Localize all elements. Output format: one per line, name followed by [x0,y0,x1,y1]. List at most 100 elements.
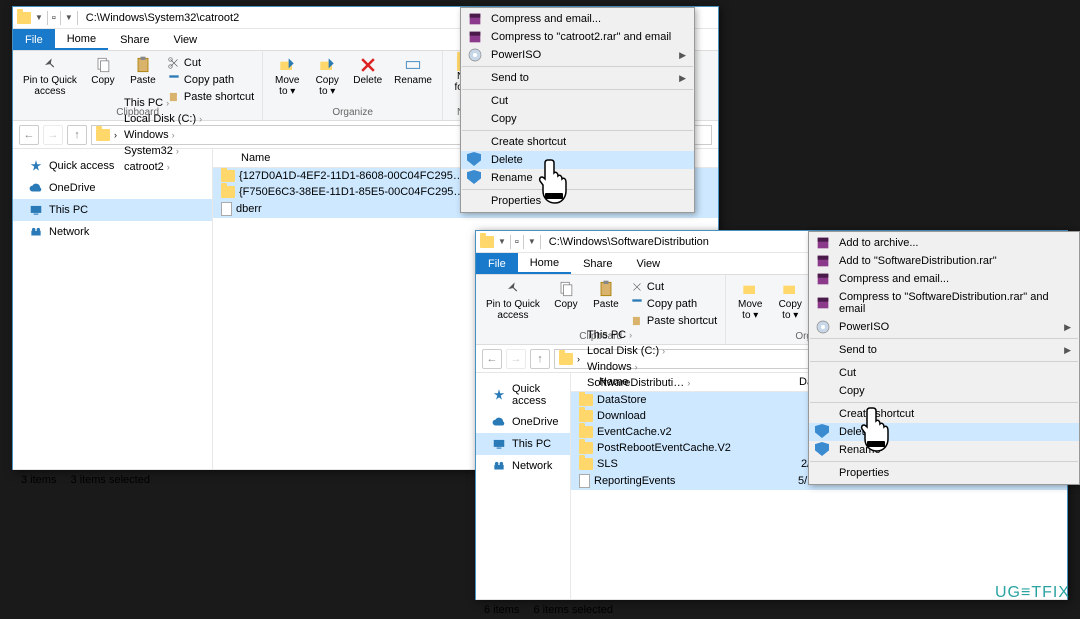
cut-button[interactable]: Cut [165,55,256,71]
moveto-button[interactable]: Move to ▾ [732,277,768,323]
folder-icon [579,394,593,406]
context-menu[interactable]: Add to archive...Add to "SoftwareDistrib… [808,231,1080,485]
paste-button[interactable]: Paste [125,53,161,88]
sidebar: Quick accessOneDriveThis PCNetwork [13,149,213,469]
copy-button[interactable]: Copy [85,53,121,88]
rar-icon [815,235,831,251]
crumb[interactable]: Local Disk (C:) › [121,111,205,127]
forward-button[interactable]: → [43,125,63,145]
pin-button[interactable]: Pin to Quick access [19,53,81,99]
pc-icon [492,437,506,451]
back-button[interactable]: ← [19,125,39,145]
sidebar-item-onedrive[interactable]: OneDrive [13,177,212,199]
tab-home[interactable]: Home [55,29,108,50]
menu-item-poweriso[interactable]: PowerISO▶ [461,46,694,64]
col-name[interactable]: Name [599,376,799,388]
folder-icon [579,458,593,470]
folder-icon [17,12,31,24]
moveto-button[interactable]: Move to ▾ [269,53,305,99]
menu-item-rename[interactable]: Rename [809,441,1079,459]
folder-icon [221,170,235,182]
menu-item-send-to[interactable]: Send to▶ [809,341,1079,359]
shield-icon [815,442,831,458]
pin-button[interactable]: Pin to Quick access [482,277,544,323]
sidebar-item-network[interactable]: Network [476,455,570,477]
menu-item-compress-and-email-[interactable]: Compress and email... [461,10,694,28]
down-icon[interactable]: ▼ [498,237,506,246]
sidebar: Quick accessOneDriveThis PCNetwork [476,373,571,599]
menu-item-cut[interactable]: Cut [461,92,694,110]
sidebar-item-quick-access[interactable]: Quick access [13,155,212,177]
file-icon [579,474,590,488]
crumb[interactable]: This PC › [584,327,693,343]
copypath-button[interactable]: Copy path [165,72,256,88]
cut-button[interactable]: Cut [628,279,719,295]
sidebar-item-onedrive[interactable]: OneDrive [476,411,570,433]
sidebar-item-network[interactable]: Network [13,221,212,243]
net-icon [492,459,506,473]
rename-button[interactable]: Rename [390,53,436,88]
file-icon [221,202,232,216]
menu-item-poweriso[interactable]: PowerISO▶ [809,318,1079,336]
menu-item-delete[interactable]: Delete [809,423,1079,441]
menu-item-rename[interactable]: Rename [461,169,694,187]
quickbar-icon[interactable]: ▫ [52,12,56,24]
paste-button[interactable]: Paste [588,277,624,312]
chevron-right-icon: ▶ [1064,345,1071,356]
status-selected: 6 items selected [533,604,612,616]
menu-item-add-to-archive-[interactable]: Add to archive... [809,234,1079,252]
crumb[interactable]: Local Disk (C:) › [584,343,693,359]
menu-item-copy[interactable]: Copy [809,382,1079,400]
sidebar-item-quick-access[interactable]: Quick access [476,379,570,411]
pin-label: Pin to Quick access [486,299,540,321]
menu-item-copy[interactable]: Copy [461,110,694,128]
tab-home[interactable]: Home [518,253,571,274]
cloud-icon [29,181,43,195]
tab-file[interactable]: File [13,29,55,50]
delete-button[interactable]: Delete [349,53,386,88]
folder-icon [480,236,494,248]
crumb[interactable]: Windows › [121,127,205,143]
down-icon[interactable]: ▼ [528,237,536,246]
menu-item-send-to[interactable]: Send to▶ [461,69,694,87]
folder-icon [221,186,235,198]
forward-button[interactable]: → [506,349,526,369]
quickbar-icon[interactable]: ▫ [515,236,519,248]
tab-share[interactable]: Share [108,29,161,50]
up-button[interactable]: ↑ [530,349,550,369]
menu-item-compress-to-softwaredist[interactable]: Compress to "SoftwareDistribution.rar" a… [809,288,1079,318]
shield-icon [815,424,831,440]
menu-item-delete[interactable]: Delete [461,151,694,169]
sidebar-item-this-pc[interactable]: This PC [476,433,570,455]
down-icon[interactable]: ▼ [65,13,73,22]
address-path: C:\Windows\System32\catroot2 [86,12,239,24]
menu-item-compress-to-catroot-rar-[interactable]: Compress to "catroot2.rar" and email [461,28,694,46]
context-menu[interactable]: Compress and email...Compress to "catroo… [460,7,695,213]
tab-view[interactable]: View [161,29,209,50]
menu-item-properties[interactable]: Properties [461,192,694,210]
menu-item-properties[interactable]: Properties [809,464,1079,482]
up-button[interactable]: ↑ [67,125,87,145]
folder-icon [579,442,593,454]
menu-item-add-to-softwaredistribut[interactable]: Add to "SoftwareDistribution.rar" [809,252,1079,270]
menu-item-create-shortcut[interactable]: Create shortcut [461,133,694,151]
rar-icon [815,295,831,311]
menu-item-create-shortcut[interactable]: Create shortcut [809,405,1079,423]
sidebar-item-this-pc[interactable]: This PC [13,199,212,221]
paste-label: Paste [130,75,156,86]
menu-item-cut[interactable]: Cut [809,364,1079,382]
down-icon[interactable]: ▼ [35,13,43,22]
crumb[interactable]: This PC › [121,95,205,111]
menu-item-compress-and-email-[interactable]: Compress and email... [809,270,1079,288]
copyto-button[interactable]: Copy to ▾ [309,53,345,99]
copyto-button[interactable]: Copy to ▾ [772,277,808,323]
copypath-button[interactable]: Copy path [628,296,719,312]
net-icon [29,225,43,239]
tab-file[interactable]: File [476,253,518,274]
back-button[interactable]: ← [482,349,502,369]
tab-share[interactable]: Share [571,253,624,274]
pc-icon [29,203,43,217]
copy-button[interactable]: Copy [548,277,584,312]
tab-view[interactable]: View [624,253,672,274]
star-icon [29,159,43,173]
